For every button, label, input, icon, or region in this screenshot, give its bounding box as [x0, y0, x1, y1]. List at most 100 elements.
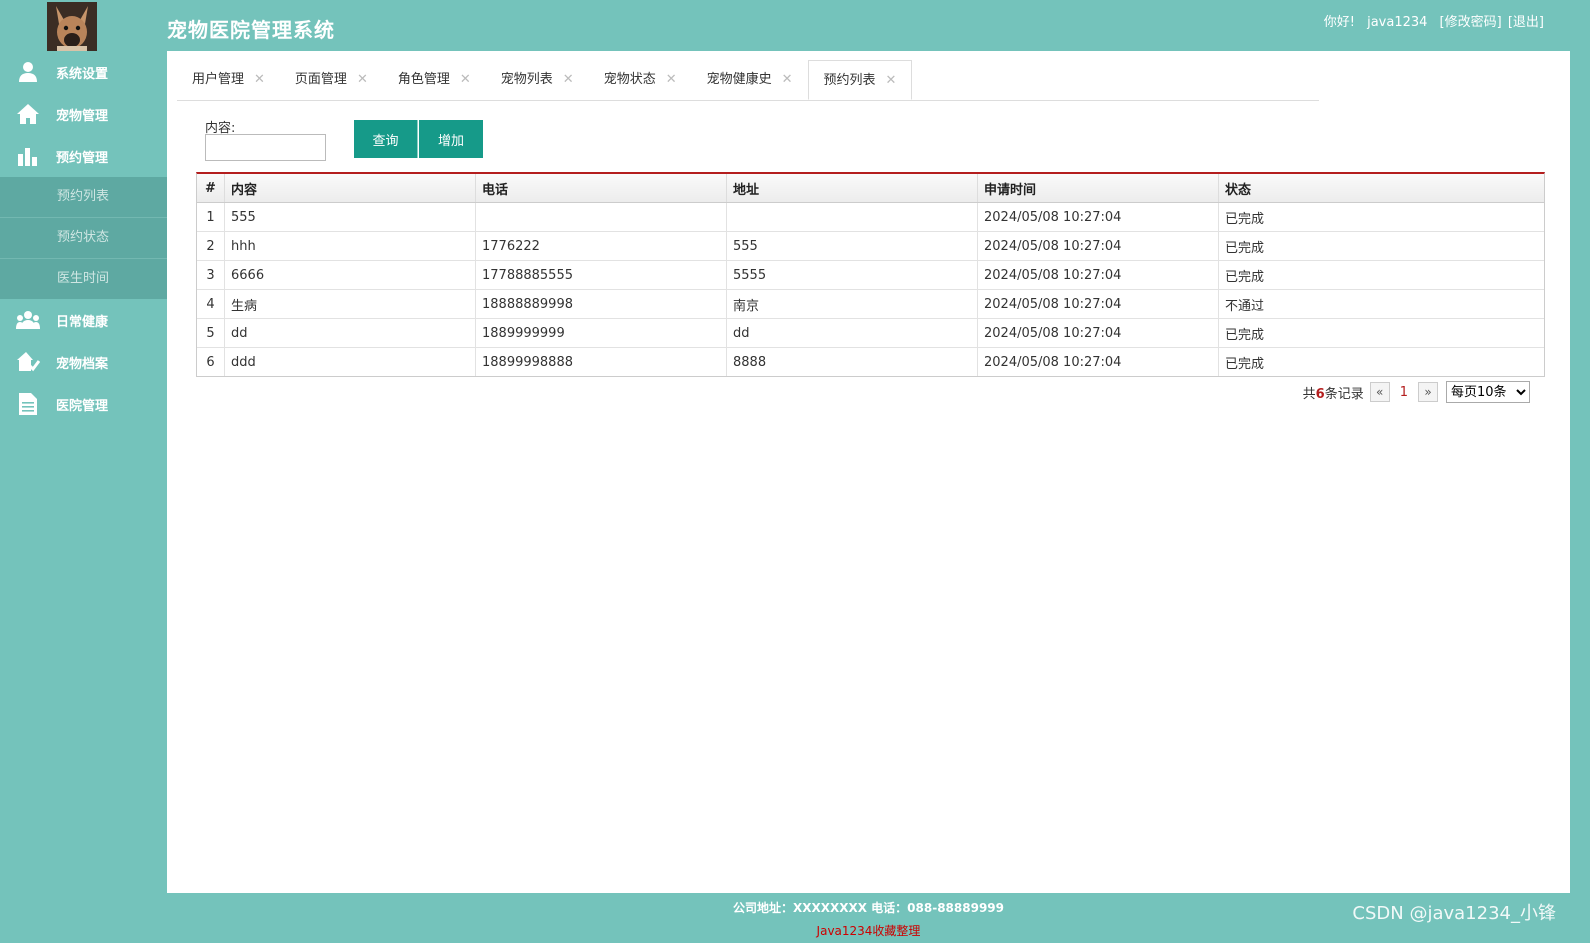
sidebar-item-pet-management[interactable]: 宠物管理 — [0, 93, 167, 135]
record-count: 共6条记录 — [1303, 383, 1364, 402]
cell-apply-time: 2024/05/08 10:27:04 — [977, 260, 1219, 290]
cell-index: 4 — [197, 289, 225, 319]
table-row[interactable]: 3 6666 17788885555 5555 2024/05/08 10:27… — [197, 260, 1544, 290]
table-row[interactable]: 4 生病 18888889998 南京 2024/05/08 10:27:04 … — [197, 289, 1544, 319]
cell-status: 已完成 — [1218, 231, 1544, 261]
sidebar-subitem-appointment-status[interactable]: 预约状态 — [0, 218, 167, 259]
tab-label: 用户管理 — [192, 72, 245, 87]
cell-address: 5555 — [726, 260, 978, 290]
table-row[interactable]: 5 dd 1889999999 dd 2024/05/08 10:27:04 已… — [197, 318, 1544, 348]
table-row[interactable]: 1 555 2024/05/08 10:27:04 已完成 — [197, 202, 1544, 232]
page-number-1[interactable]: 1 — [1400, 385, 1408, 400]
cell-index: 2 — [197, 231, 225, 261]
close-icon[interactable]: ✕ — [563, 72, 574, 87]
tab-label: 页面管理 — [294, 72, 347, 87]
cell-status: 已完成 — [1225, 356, 1265, 372]
sidebar-item-hospital-management[interactable]: 医院管理 — [0, 383, 167, 425]
tab-pet-list[interactable]: 宠物列表 ✕ — [486, 60, 589, 100]
greeting: 你好! — [1323, 15, 1355, 30]
sidebar-item-label: 预约管理 — [56, 150, 109, 166]
cell-index: 3 — [197, 260, 225, 290]
next-page-button[interactable]: » — [1418, 382, 1438, 402]
change-password-link[interactable]: [修改密码] — [1440, 15, 1502, 30]
tab-appointment-list[interactable]: 预约列表 ✕ — [807, 60, 913, 100]
add-button[interactable]: 增加 — [419, 120, 483, 158]
tab-label: 宠物健康史 — [706, 72, 772, 87]
sidebar-item-pet-archive[interactable]: 宠物档案 — [0, 341, 167, 383]
tab-pet-status[interactable]: 宠物状态 ✕ — [589, 60, 692, 100]
column-header-phone[interactable]: 电话 — [475, 174, 727, 203]
query-button[interactable]: 查询 — [354, 120, 418, 158]
close-icon[interactable]: ✕ — [254, 72, 265, 87]
close-icon[interactable]: ✕ — [357, 72, 368, 87]
tab-user-management[interactable]: 用户管理 ✕ — [177, 60, 280, 100]
cell-address: dd — [726, 318, 978, 348]
cell-status: 不通过 — [1218, 289, 1544, 319]
column-header-status[interactable]: 状态 — [1218, 174, 1544, 203]
close-icon[interactable]: ✕ — [886, 73, 897, 88]
record-count-prefix: 共 — [1302, 386, 1316, 402]
logout-link[interactable]: [退出] — [1508, 15, 1544, 30]
cell-content: ddd — [224, 347, 476, 376]
cell-apply-time: 2024/05/08 10:27:04 — [977, 231, 1219, 261]
cell-status: 已完成 — [1218, 260, 1544, 290]
cell-content: 生病 — [224, 289, 476, 319]
cell-address: 南京 — [726, 289, 978, 319]
column-header-content[interactable]: 内容 — [224, 174, 476, 203]
cell-content: hhh — [224, 231, 476, 261]
tab-page-management[interactable]: 页面管理 ✕ — [280, 60, 383, 100]
cell-index: 6 — [197, 347, 225, 376]
sidebar-item-label: 日常健康 — [56, 314, 109, 330]
cell-phone: 1889999999 — [475, 318, 727, 348]
content-search-input[interactable] — [205, 134, 326, 161]
close-icon[interactable]: ✕ — [782, 72, 793, 87]
main-panel: 用户管理 ✕ 页面管理 ✕ 角色管理 ✕ 宠物列表 ✕ 宠物状态 ✕ 宠物健康史 ✕ 预约列… — [167, 51, 1570, 893]
home-icon — [14, 102, 42, 126]
sidebar-item-appointment-management[interactable]: 预约管理 — [0, 135, 167, 177]
tab-role-management[interactable]: 角色管理 ✕ — [383, 60, 486, 100]
column-header-address[interactable]: 地址 — [726, 174, 978, 203]
tab-label: 宠物列表 — [500, 72, 553, 87]
sidebar-item-system-settings[interactable]: 系统设置 — [0, 51, 167, 93]
sidebar-subitem-doctor-time[interactable]: 医生时间 — [0, 259, 167, 299]
document-icon — [14, 392, 42, 416]
cell-index: 5 — [197, 318, 225, 348]
avatar — [47, 2, 97, 52]
table-row[interactable]: 2 hhh 1776222 555 2024/05/08 10:27:04 已完… — [197, 231, 1544, 261]
close-icon[interactable]: ✕ — [460, 72, 471, 87]
bar-chart-icon — [14, 144, 42, 168]
tab-label: 角色管理 — [397, 72, 450, 87]
appointment-table: # 内容 电话 地址 申请时间 状态 1 555 2024/05/08 10:2… — [196, 172, 1545, 377]
cell-apply-time: 2024/05/08 10:27:04 — [977, 347, 1219, 376]
page-size-select[interactable]: 每页10条 — [1446, 381, 1530, 403]
table-row[interactable]: 6 ddd 18899998888 8888 2024/05/08 10:27:… — [197, 347, 1544, 376]
close-icon[interactable]: ✕ — [666, 72, 677, 87]
user-bar: 你好! java1234 [修改密码] [退出] — [1316, 11, 1544, 30]
sidebar-item-daily-health[interactable]: 日常健康 — [0, 299, 167, 341]
tab-pet-health-history[interactable]: 宠物健康史 ✕ — [692, 60, 808, 100]
sidebar-item-label: 医院管理 — [56, 398, 109, 414]
cell-content: dd — [224, 318, 476, 348]
cell-apply-time: 2024/05/08 10:27:04 — [977, 289, 1219, 319]
cell-phone — [475, 202, 727, 232]
cell-address: 555 — [726, 231, 978, 261]
sidebar-item-label: 宠物管理 — [56, 108, 109, 124]
column-header-apply-time[interactable]: 申请时间 — [977, 174, 1219, 203]
record-count-suffix: 条记录 — [1324, 386, 1364, 402]
column-header-index[interactable]: # — [197, 174, 225, 203]
table-header-row: # 内容 电话 地址 申请时间 状态 — [197, 174, 1544, 203]
right-edge-strip — [1570, 51, 1590, 893]
cell-index: 1 — [197, 202, 225, 232]
cell-phone: 1776222 — [475, 231, 727, 261]
prev-page-button[interactable]: « — [1369, 382, 1390, 402]
cell-status: 已完成 — [1218, 202, 1544, 232]
archive-icon — [14, 350, 42, 374]
user-icon — [14, 60, 42, 84]
watermark: CSDN @java1234_小锋 — [1352, 903, 1556, 924]
sidebar-subitem-appointment-list[interactable]: 预约列表 — [0, 177, 167, 218]
cell-apply-time: 2024/05/08 10:27:04 — [977, 202, 1219, 232]
cell-content: 6666 — [224, 260, 476, 290]
record-count-number: 6 — [1315, 386, 1325, 402]
sidebar-item-label: 系统设置 — [56, 66, 109, 82]
cell-status: 已完成 — [1218, 318, 1544, 348]
